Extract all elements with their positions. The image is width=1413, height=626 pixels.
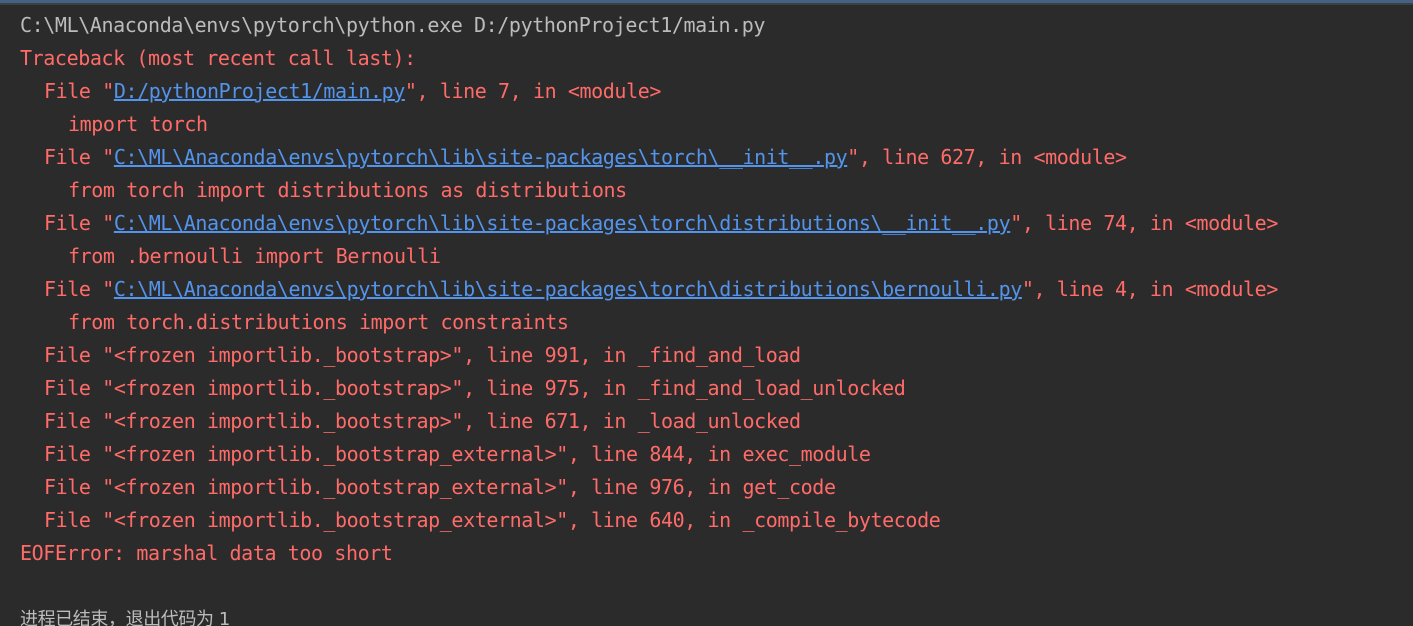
frame-suffix: ", line 4, in <module> [1021,277,1279,301]
error-message: EOFError: marshal data too short [20,541,393,565]
frame-prefix: File " [44,211,114,235]
exit-message: 进程已结束，退出代码为 1 [20,609,230,626]
run-console: C:\ML\Anaconda\envs\pytorch\python.exe D… [0,0,1413,626]
frame-code: import torch [68,112,208,136]
traceback-frame: File "D:/pythonProject1/main.py", line 7… [20,75,1413,108]
file-link[interactable]: C:\ML\Anaconda\envs\pytorch\lib\site-pac… [114,145,848,169]
command-line: C:\ML\Anaconda\envs\pytorch\python.exe D… [20,13,766,37]
file-link[interactable]: C:\ML\Anaconda\envs\pytorch\lib\site-pac… [114,211,1011,235]
frame-code: from .bernoulli import Bernoulli [68,244,441,268]
frame-suffix: ", line 7, in <module> [404,79,662,103]
file-link[interactable]: D:/pythonProject1/main.py [114,79,405,103]
frame-suffix: ", line 74, in <module> [1010,211,1278,235]
console-top-highlight [0,0,1413,3]
frozen-frame: File "<frozen importlib._bootstrap>", li… [44,343,801,367]
console-top-border [0,0,1413,5]
traceback-frame: File "C:\ML\Anaconda\envs\pytorch\lib\si… [20,273,1413,306]
frozen-frame: File "<frozen importlib._bootstrap_exter… [44,508,941,532]
traceback-frame: File "C:\ML\Anaconda\envs\pytorch\lib\si… [20,207,1413,240]
frozen-frame: File "<frozen importlib._bootstrap_exter… [44,442,871,466]
frame-code: from torch.distributions import constrai… [68,310,569,334]
frame-code: from torch import distributions as distr… [68,178,627,202]
frame-prefix: File " [44,79,114,103]
traceback-frame: File "C:\ML\Anaconda\envs\pytorch\lib\si… [20,141,1413,174]
frozen-frame: File "<frozen importlib._bootstrap_exter… [44,475,836,499]
file-link[interactable]: C:\ML\Anaconda\envs\pytorch\lib\site-pac… [114,277,1022,301]
frame-suffix: ", line 627, in <module> [847,145,1127,169]
console-output: C:\ML\Anaconda\envs\pytorch\python.exe D… [20,9,1413,626]
frozen-frame: File "<frozen importlib._bootstrap>", li… [44,409,801,433]
frame-prefix: File " [44,145,114,169]
frozen-frame: File "<frozen importlib._bootstrap>", li… [44,376,906,400]
traceback-header: Traceback (most recent call last): [20,46,416,70]
frame-prefix: File " [44,277,114,301]
